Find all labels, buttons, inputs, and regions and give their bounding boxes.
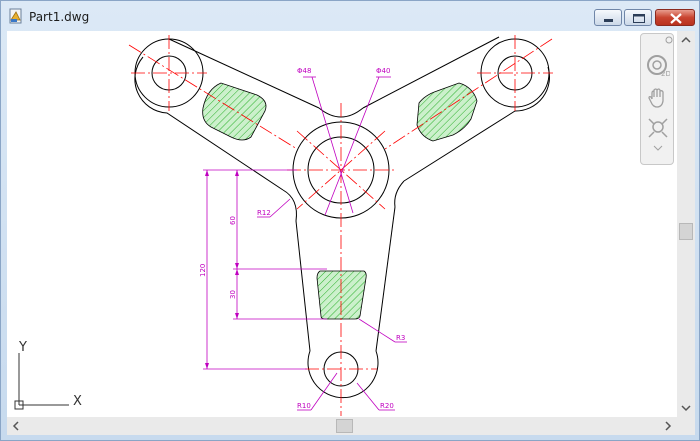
- dim-text-dia-48: Φ48: [297, 67, 311, 75]
- window-title: Part1.dwg: [29, 10, 90, 24]
- zoom-extents-icon[interactable]: [646, 116, 670, 140]
- dim-text-r10: R10: [297, 402, 311, 410]
- horizontal-scrollbar[interactable]: [7, 417, 677, 435]
- pan-hand-icon[interactable]: [646, 86, 670, 110]
- scrollbar-corner: [677, 417, 695, 435]
- nav-close-icon[interactable]: [665, 36, 673, 44]
- dim-text-30: 30: [229, 290, 237, 299]
- maximize-icon: [633, 14, 645, 23]
- vertical-scrollbar[interactable]: [677, 31, 695, 417]
- scroll-right-icon[interactable]: [659, 417, 677, 435]
- drawing-canvas[interactable]: Φ48 Φ40 R12 R3 R10 R20 60 30 120 Y X 2D: [7, 31, 677, 417]
- close-icon: [670, 13, 682, 24]
- vertical-scroll-thumb[interactable]: [679, 223, 693, 240]
- scroll-up-icon[interactable]: [677, 31, 695, 49]
- close-button[interactable]: [655, 9, 695, 26]
- nav-dropdown-icon[interactable]: [653, 144, 663, 152]
- hatched-pockets: [202, 82, 478, 320]
- cad-drawing: Φ48 Φ40 R12 R3 R10 R20 60 30 120 Y X: [14, 35, 553, 416]
- horizontal-scroll-thumb[interactable]: [336, 419, 353, 433]
- minimize-button[interactable]: [594, 9, 622, 26]
- scroll-down-icon[interactable]: [677, 399, 695, 417]
- dim-text-r12: R12: [257, 209, 271, 217]
- ucs-x-label: X: [73, 394, 82, 409]
- navigation-bar[interactable]: 2D: [640, 33, 674, 165]
- dim-text-r20: R20: [380, 402, 394, 410]
- center-lines: [128, 35, 553, 416]
- steering-wheel-icon[interactable]: 2D: [646, 54, 670, 78]
- drawing-window: Part1.dwg Φ48 Φ40 R12 R3 R10 R20 60 30 1…: [0, 0, 700, 441]
- dwg-file-icon: [9, 8, 22, 24]
- dim-text-r3: R3: [396, 334, 405, 342]
- title-bar[interactable]: Part1.dwg: [1, 1, 699, 31]
- svg-text:2D: 2D: [661, 70, 670, 78]
- ucs-y-label: Y: [18, 340, 27, 355]
- ucs-icon: [14, 353, 69, 410]
- dim-text-120: 120: [199, 264, 207, 277]
- dim-text-dia-40: Φ40: [376, 67, 390, 75]
- part-outline: [134, 36, 550, 399]
- dim-text-60: 60: [229, 216, 237, 225]
- scroll-left-icon[interactable]: [7, 417, 25, 435]
- dimension-arrows: [205, 170, 239, 369]
- maximize-button[interactable]: [624, 9, 652, 26]
- minimize-icon: [604, 19, 613, 22]
